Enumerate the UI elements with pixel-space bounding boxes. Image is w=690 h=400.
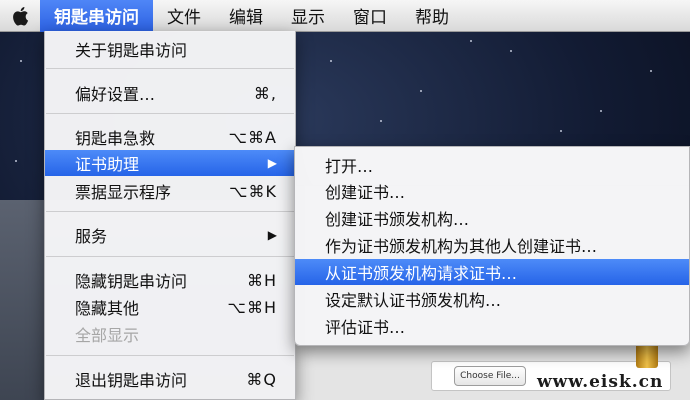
app-menu: 关于钥匙串访问 偏好设置… ⌘, 钥匙串急救 ⌥⌘A 证书助理 ▶ 票据显示程序… [44,31,296,400]
menu-item-label: 关于钥匙串访问 [75,41,188,60]
menu-item-shortcut: ⌥⌘K [229,181,277,201]
menu-item-label: 从证书颁发机构请求证书… [325,264,518,283]
menu-item-show-all: 全部显示 [45,321,295,347]
menubar-view[interactable]: 显示 [277,0,339,32]
menu-item-certificate-assistant[interactable]: 证书助理 ▶ [45,150,295,176]
menu-item-label: 设定默认证书颁发机构… [325,291,502,310]
menu-item-hide-others[interactable]: 隐藏其他 ⌥⌘H [45,294,295,320]
submenu-item-request-from-ca[interactable]: 从证书颁发机构请求证书… [295,259,689,285]
apple-logo-icon [13,6,29,26]
menu-item-label: 退出钥匙串访问 [75,371,188,390]
menu-separator [46,355,294,356]
menubar-help[interactable]: 帮助 [401,0,463,32]
menu-item-about[interactable]: 关于钥匙串访问 [45,36,295,62]
menu-item-label: 票据显示程序 [75,183,172,202]
menu-item-label: 偏好设置… [75,85,156,104]
menu-separator [46,113,294,114]
menubar-window[interactable]: 窗口 [339,0,401,32]
menu-item-label: 全部显示 [75,326,140,345]
menu-item-shortcut: ⌘, [253,83,277,103]
menubar-keychain-access[interactable]: 钥匙串访问 [40,0,153,32]
menu-item-label: 评估证书… [325,318,406,337]
menu-item-services[interactable]: 服务 ▶ [45,222,295,248]
menu-separator [46,256,294,257]
menu-item-label: 打开… [325,157,374,176]
submenu-item-evaluate-certificate[interactable]: 评估证书… [295,313,689,339]
menu-item-preferences[interactable]: 偏好设置… ⌘, [45,80,295,106]
menu-item-shortcut: ⌘H [246,270,277,290]
menu-item-shortcut: ⌥⌘H [227,297,277,317]
menu-bar: 钥匙串访问 文件 编辑 显示 窗口 帮助 [0,0,690,32]
menu-item-label: 证书助理 [75,155,140,174]
certificate-assistant-submenu: 打开… 创建证书… 创建证书颁发机构… 作为证书颁发机构为其他人创建证书… 从证… [294,146,690,346]
menu-item-label: 服务 [75,227,108,246]
menu-item-label: 钥匙串急救 [75,129,156,148]
submenu-arrow-icon: ▶ [267,228,277,242]
submenu-item-open[interactable]: 打开… [295,152,689,178]
menu-item-hide-keychain-access[interactable]: 隐藏钥匙串访问 ⌘H [45,267,295,293]
apple-menu-icon[interactable] [0,0,40,32]
site-watermark: www.eisk.cn [537,372,664,392]
submenu-item-set-default-ca[interactable]: 设定默认证书颁发机构… [295,286,689,312]
submenu-item-create-cert-for-others[interactable]: 作为证书颁发机构为其他人创建证书… [295,232,689,258]
menu-item-keychain-first-aid[interactable]: 钥匙串急救 ⌥⌘A [45,124,295,150]
submenu-item-create-ca[interactable]: 创建证书颁发机构… [295,205,689,231]
menu-item-label: 隐藏钥匙串访问 [75,272,188,291]
choose-file-button[interactable]: Choose File... [454,366,526,386]
menu-item-ticket-viewer[interactable]: 票据显示程序 ⌥⌘K [45,178,295,204]
menu-item-quit[interactable]: 退出钥匙串访问 ⌘Q [45,366,295,392]
menu-separator [46,211,294,212]
menu-item-shortcut: ⌘Q [246,369,277,389]
menu-item-label: 创建证书… [325,183,406,202]
menu-item-label: 作为证书颁发机构为其他人创建证书… [325,237,598,256]
submenu-item-create-certificate[interactable]: 创建证书… [295,178,689,204]
menu-item-label: 创建证书颁发机构… [325,210,470,229]
submenu-arrow-icon: ▶ [267,156,277,170]
menubar-edit[interactable]: 编辑 [215,0,277,32]
menubar-file[interactable]: 文件 [153,0,215,32]
menu-separator [46,68,294,69]
menu-item-label: 隐藏其他 [75,299,140,318]
menu-item-shortcut: ⌥⌘A [228,127,277,147]
